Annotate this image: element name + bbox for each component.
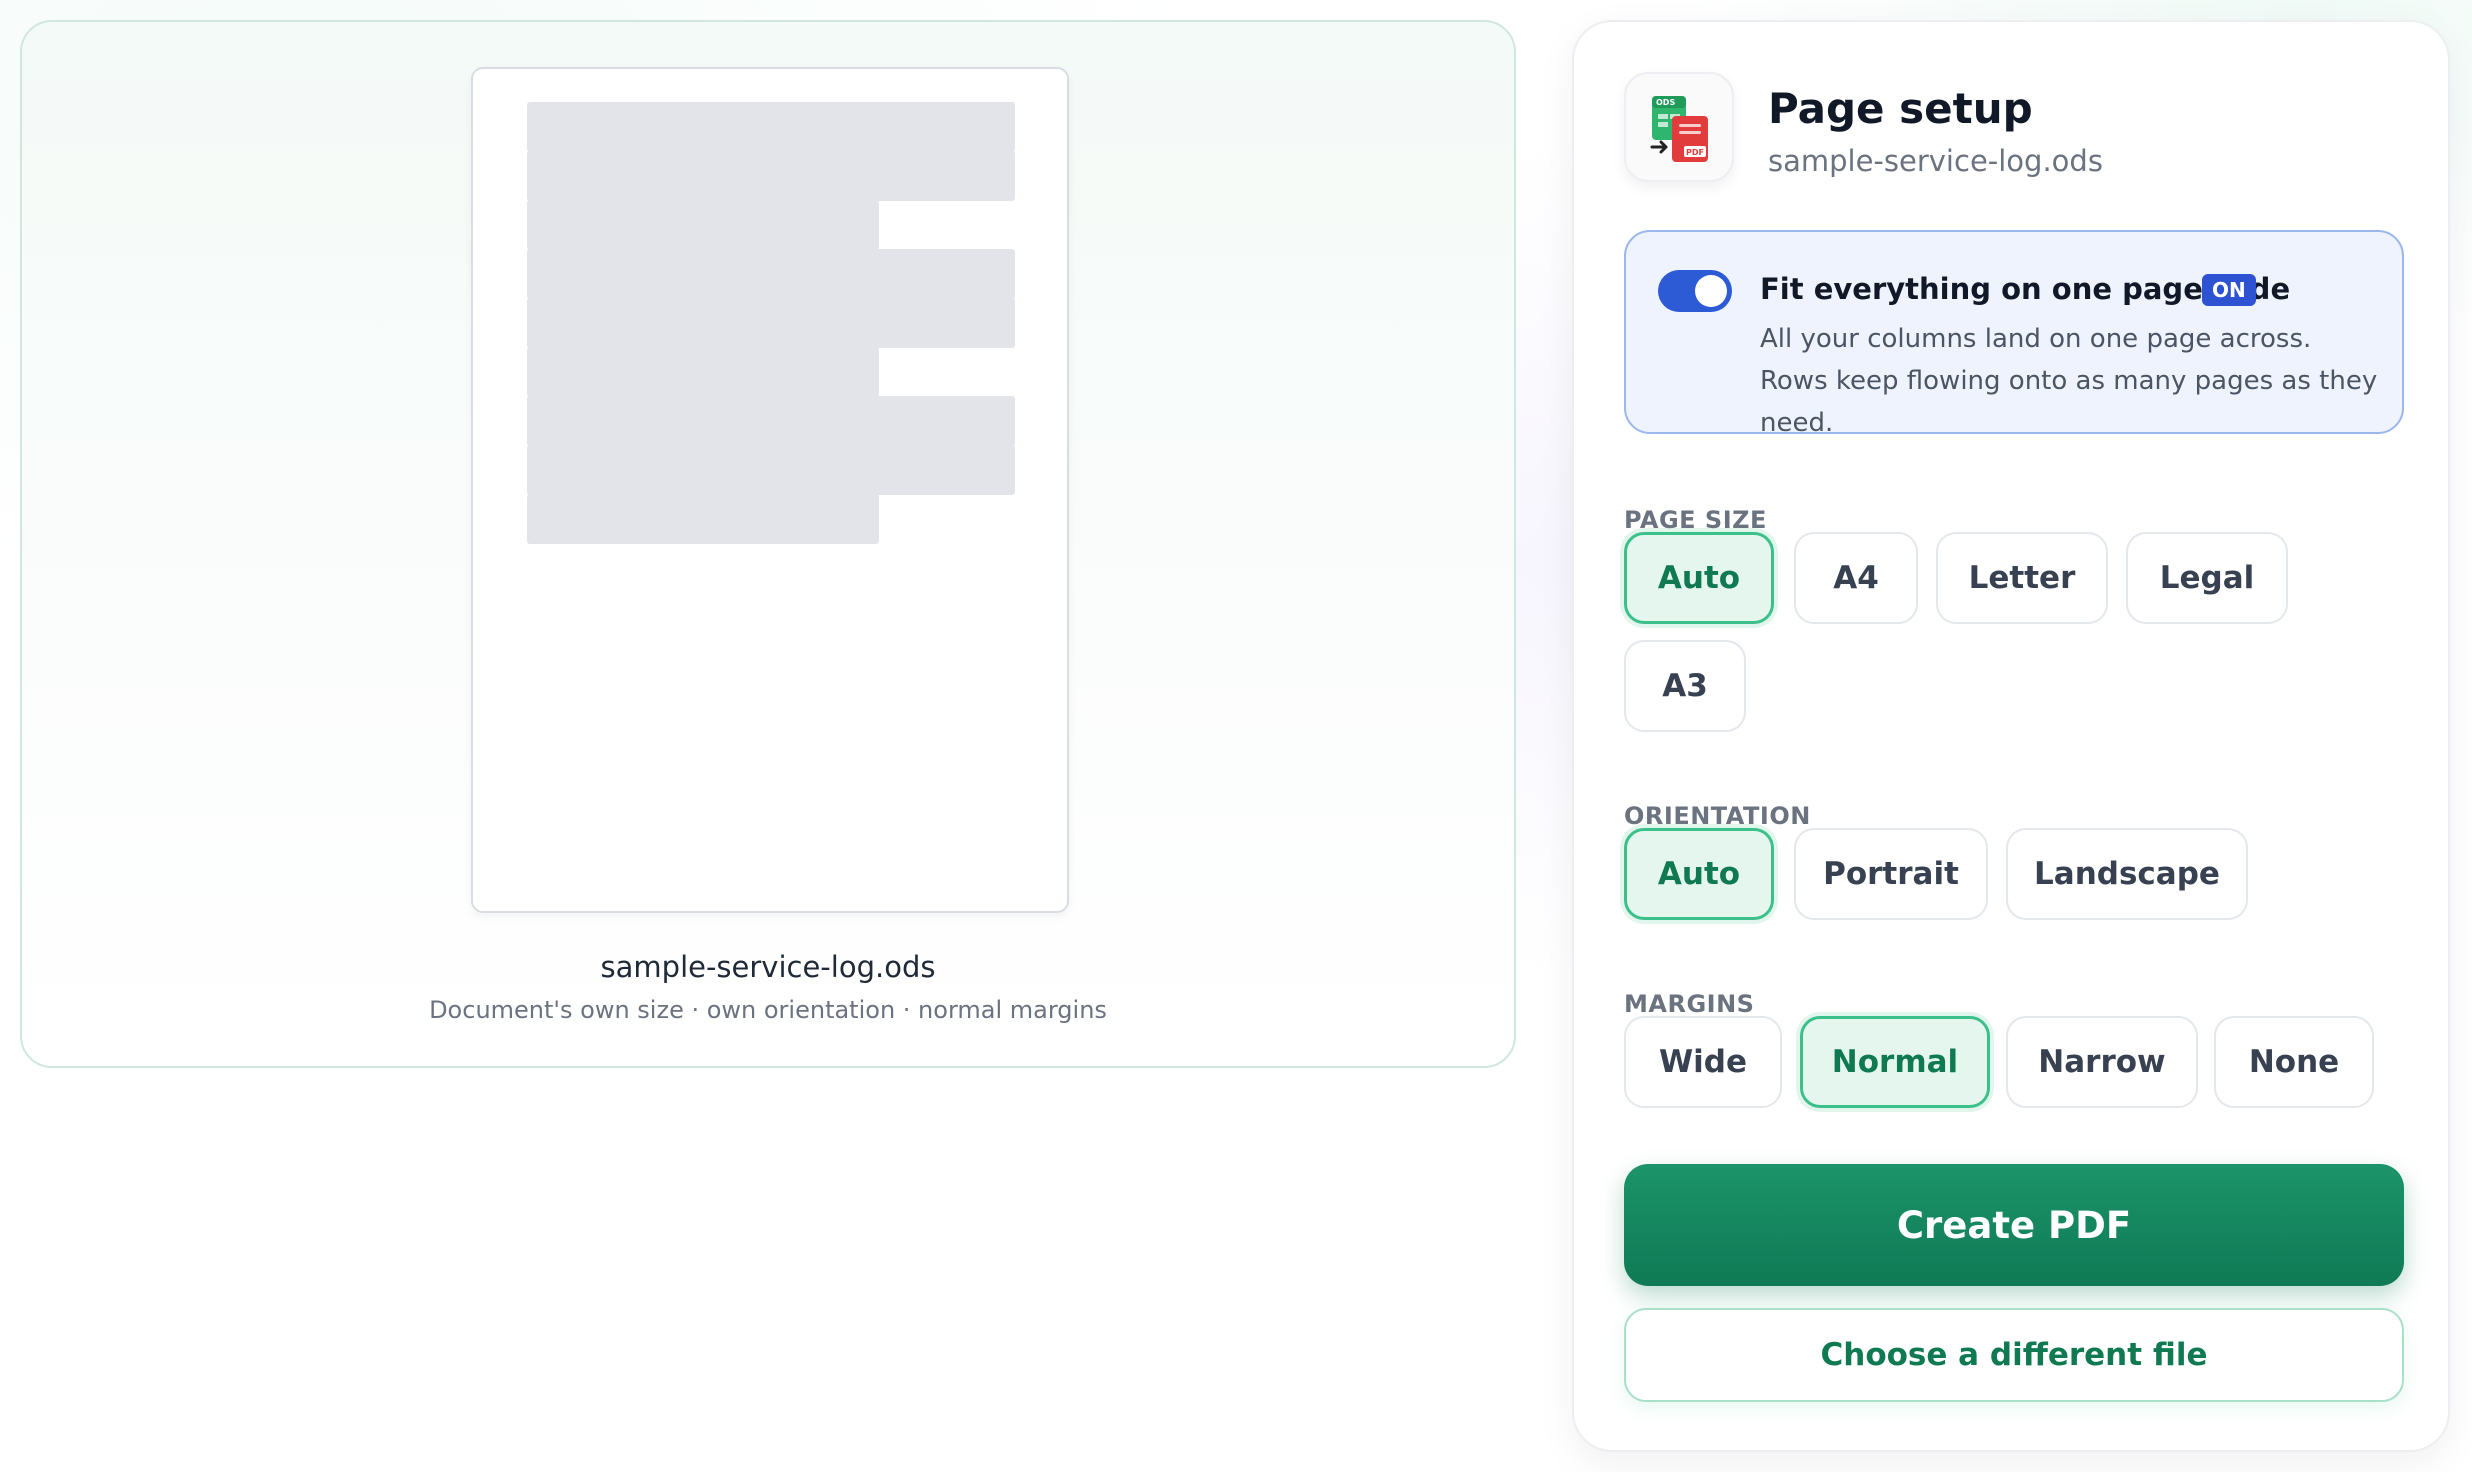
margins-none[interactable]: None [2214, 1016, 2374, 1108]
margins-normal[interactable]: Normal [1800, 1016, 1990, 1108]
pdf-badge-text: PDF [1686, 148, 1704, 157]
preview-line [527, 494, 879, 544]
preview-line [527, 102, 1015, 152]
page-size-auto[interactable]: Auto [1624, 532, 1774, 624]
toggle-knob [1695, 275, 1727, 307]
page-size-a4[interactable]: A4 [1794, 532, 1918, 624]
preview-settings-summary: Document's own size · own orientation · … [429, 996, 1107, 1024]
fit-option-description: All your columns land on one page across… [1760, 324, 2378, 438]
margins-wide[interactable]: Wide [1624, 1016, 1782, 1108]
preview-line [527, 151, 1015, 201]
orientation-portrait[interactable]: Portrait [1794, 828, 1988, 920]
margins-label: MARGINS [1624, 990, 1755, 1018]
preview-line [527, 445, 1015, 495]
create-pdf-button[interactable]: Create PDF [1624, 1164, 2404, 1286]
ods-to-pdf-icon: ODS PDF [1624, 72, 1734, 182]
selected-file-name: sample-service-log.ods [1768, 144, 2103, 178]
on-status-badge: ON [2202, 274, 2256, 306]
orientation-landscape[interactable]: Landscape [2006, 828, 2248, 920]
panel-title: Page setup [1768, 84, 2033, 133]
file-convert-icon: ODS PDF [1650, 96, 1708, 162]
preview-line [527, 396, 1015, 446]
margins-narrow[interactable]: Narrow [2006, 1016, 2198, 1108]
ods-badge-text: ODS [1656, 98, 1675, 107]
page-size-label: PAGE SIZE [1624, 506, 1767, 534]
page-size-letter[interactable]: Letter [1936, 532, 2108, 624]
preview-line [527, 200, 879, 250]
orientation-auto[interactable]: Auto [1624, 828, 1774, 920]
page-size-a3[interactable]: A3 [1624, 640, 1746, 732]
preview-line [527, 347, 879, 397]
page-preview [471, 67, 1069, 913]
preview-line [527, 249, 1015, 299]
fit-page-toggle[interactable] [1658, 270, 1732, 312]
preview-file-name: sample-service-log.ods [600, 950, 936, 984]
preview-line [527, 298, 1015, 348]
choose-different-file-button[interactable]: Choose a different file [1624, 1308, 2404, 1402]
orientation-label: ORIENTATION [1624, 802, 1811, 830]
page-setup-panel: ODS PDF Page setup sample-service-log.od… [1572, 20, 2450, 1452]
fit-one-page-wide-option[interactable]: Fit everything on one page wide ON All y… [1624, 230, 2404, 438]
page-size-legal[interactable]: Legal [2126, 532, 2288, 624]
document-preview-card: sample-service-log.ods Document's own si… [20, 20, 1516, 1068]
